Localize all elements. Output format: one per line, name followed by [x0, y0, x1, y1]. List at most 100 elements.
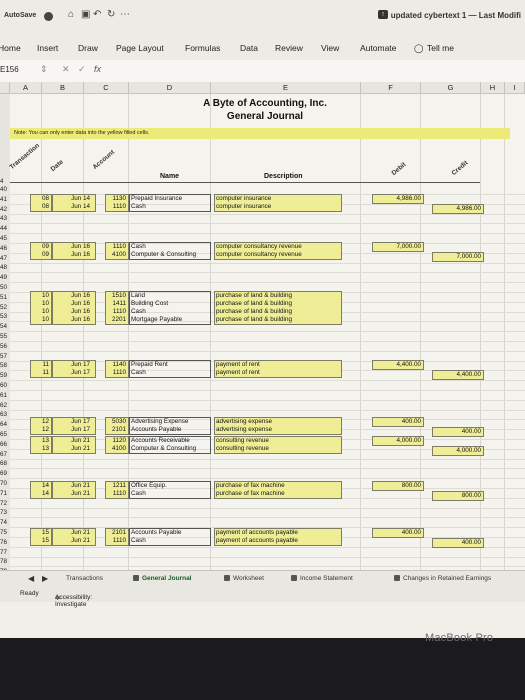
entry-date[interactable]: Jun 21	[52, 437, 90, 445]
entry-description[interactable]: payment of accounts payable	[216, 529, 342, 537]
transaction-number[interactable]: 10	[30, 300, 49, 308]
col-header-d[interactable]: D	[129, 82, 211, 94]
col-header-i[interactable]: I	[505, 82, 525, 94]
tab-home[interactable]: Home	[0, 43, 21, 53]
entry-description[interactable]: computer insurance	[216, 195, 342, 203]
home-icon[interactable]: ⌂	[68, 9, 74, 20]
transaction-number[interactable]: 13	[30, 437, 49, 445]
transaction-number[interactable]: 08	[30, 203, 49, 211]
entry-description[interactable]: payment of rent	[216, 369, 342, 377]
credit-amount[interactable]: 4,986.00	[433, 205, 481, 213]
row-header[interactable]: 44	[0, 225, 10, 233]
row-header[interactable]: 57	[0, 353, 10, 361]
row-header[interactable]: 62	[0, 402, 10, 410]
entry-date[interactable]: Jun 21	[52, 482, 90, 490]
col-header-f[interactable]: F	[361, 82, 421, 94]
account-number[interactable]: 2201	[105, 316, 126, 324]
debit-amount[interactable]: 7,000.00	[373, 243, 421, 251]
transaction-number[interactable]: 12	[30, 418, 49, 426]
entry-date[interactable]: Jun 16	[52, 243, 90, 251]
sheet-tab-worksheet[interactable]: Worksheet	[224, 575, 264, 582]
entry-description[interactable]: computer consultancy revenue	[216, 243, 342, 251]
account-number[interactable]: 1211	[105, 482, 126, 490]
account-number[interactable]: 1110	[105, 537, 126, 545]
tab-view[interactable]: View	[321, 43, 339, 53]
row-header[interactable]: 67	[0, 451, 10, 459]
transaction-number[interactable]: 11	[30, 361, 49, 369]
account-number[interactable]: 1110	[105, 490, 126, 498]
sheet-tab-changes-retained-earnings[interactable]: Changes in Retained Earnings	[394, 575, 491, 582]
row-header[interactable]: 51	[0, 294, 10, 302]
row-header[interactable]: 66	[0, 441, 10, 449]
entry-date[interactable]: Jun 21	[52, 537, 90, 545]
debit-amount[interactable]: 400.00	[373, 418, 421, 426]
row-header[interactable]: 60	[0, 382, 10, 390]
entry-date[interactable]: Jun 21	[52, 445, 90, 453]
entry-date[interactable]: Jun 16	[52, 316, 90, 324]
transaction-number[interactable]: 10	[30, 316, 49, 324]
row-header[interactable]: 76	[0, 539, 10, 547]
entry-description[interactable]: consulting revenue	[216, 437, 342, 445]
row-header[interactable]: 71	[0, 490, 10, 498]
row-header[interactable]: 56	[0, 343, 10, 351]
account-number[interactable]: 1130	[105, 195, 126, 203]
entry-description[interactable]: purchase of land & building	[216, 308, 342, 316]
transaction-number[interactable]: 09	[30, 251, 49, 259]
transaction-number[interactable]: 09	[30, 243, 49, 251]
row-header[interactable]: 70	[0, 480, 10, 488]
credit-amount[interactable]: 800.00	[433, 492, 481, 500]
transaction-number[interactable]: 14	[30, 490, 49, 498]
account-number[interactable]: 1110	[105, 243, 126, 251]
entry-date[interactable]: Jun 17	[52, 369, 90, 377]
credit-amount[interactable]: 4,400.00	[433, 371, 481, 379]
row-header[interactable]: 41	[0, 196, 10, 204]
row-header[interactable]: 55	[0, 333, 10, 341]
row-header[interactable]: 48	[0, 264, 10, 272]
undo-icon[interactable]: ↶	[93, 9, 101, 20]
col-header-c[interactable]: C	[84, 82, 129, 94]
transaction-number[interactable]: 11	[30, 369, 49, 377]
debit-amount[interactable]: 4,986.00	[373, 195, 421, 203]
entry-date[interactable]: Jun 14	[52, 203, 90, 211]
row-header[interactable]: 50	[0, 284, 10, 292]
row-header[interactable]: 58	[0, 362, 10, 370]
transaction-number[interactable]: 15	[30, 529, 49, 537]
col-header-a[interactable]: A	[10, 82, 42, 94]
account-number[interactable]: 1110	[105, 203, 126, 211]
account-number[interactable]: 5030	[105, 418, 126, 426]
account-number[interactable]: 1110	[105, 369, 126, 377]
entry-date[interactable]: Jun 21	[52, 529, 90, 537]
credit-amount[interactable]: 4,000.00	[433, 447, 481, 455]
account-number[interactable]: 1120	[105, 437, 126, 445]
col-header-h[interactable]: H	[481, 82, 505, 94]
entry-date[interactable]: Jun 14	[52, 195, 90, 203]
transaction-number[interactable]: 14	[30, 482, 49, 490]
entry-description[interactable]: computer consultancy revenue	[216, 251, 342, 259]
row-header[interactable]: 68	[0, 460, 10, 468]
row-header[interactable]: 72	[0, 500, 10, 508]
entry-description[interactable]: payment of rent	[216, 361, 342, 369]
entry-description[interactable]: advertising expense	[216, 418, 342, 426]
row-header[interactable]: 42	[0, 206, 10, 214]
enter-icon[interactable]: ✓	[78, 64, 86, 75]
tab-draw[interactable]: Draw	[78, 43, 98, 53]
row-header[interactable]: 59	[0, 372, 10, 380]
row-header[interactable]: 78	[0, 558, 10, 566]
entry-date[interactable]: Jun 16	[52, 251, 90, 259]
transaction-number[interactable]: 13	[30, 445, 49, 453]
transaction-number[interactable]: 08	[30, 195, 49, 203]
entry-description[interactable]: computer insurance	[216, 203, 342, 211]
debit-amount[interactable]: 4,000.00	[373, 437, 421, 445]
row-header[interactable]: 65	[0, 431, 10, 439]
entry-description[interactable]: purchase of land & building	[216, 292, 342, 300]
account-number[interactable]: 1110	[105, 308, 126, 316]
row-header[interactable]: 47	[0, 255, 10, 263]
row-header[interactable]: 45	[0, 235, 10, 243]
tab-automate[interactable]: Automate	[360, 43, 396, 53]
transaction-number[interactable]: 10	[30, 308, 49, 316]
debit-amount[interactable]: 800.00	[373, 482, 421, 490]
row-header[interactable]: 43	[0, 215, 10, 223]
col-header-e[interactable]: E	[211, 82, 361, 94]
row-header[interactable]: 61	[0, 392, 10, 400]
row-header[interactable]: 46	[0, 245, 10, 253]
